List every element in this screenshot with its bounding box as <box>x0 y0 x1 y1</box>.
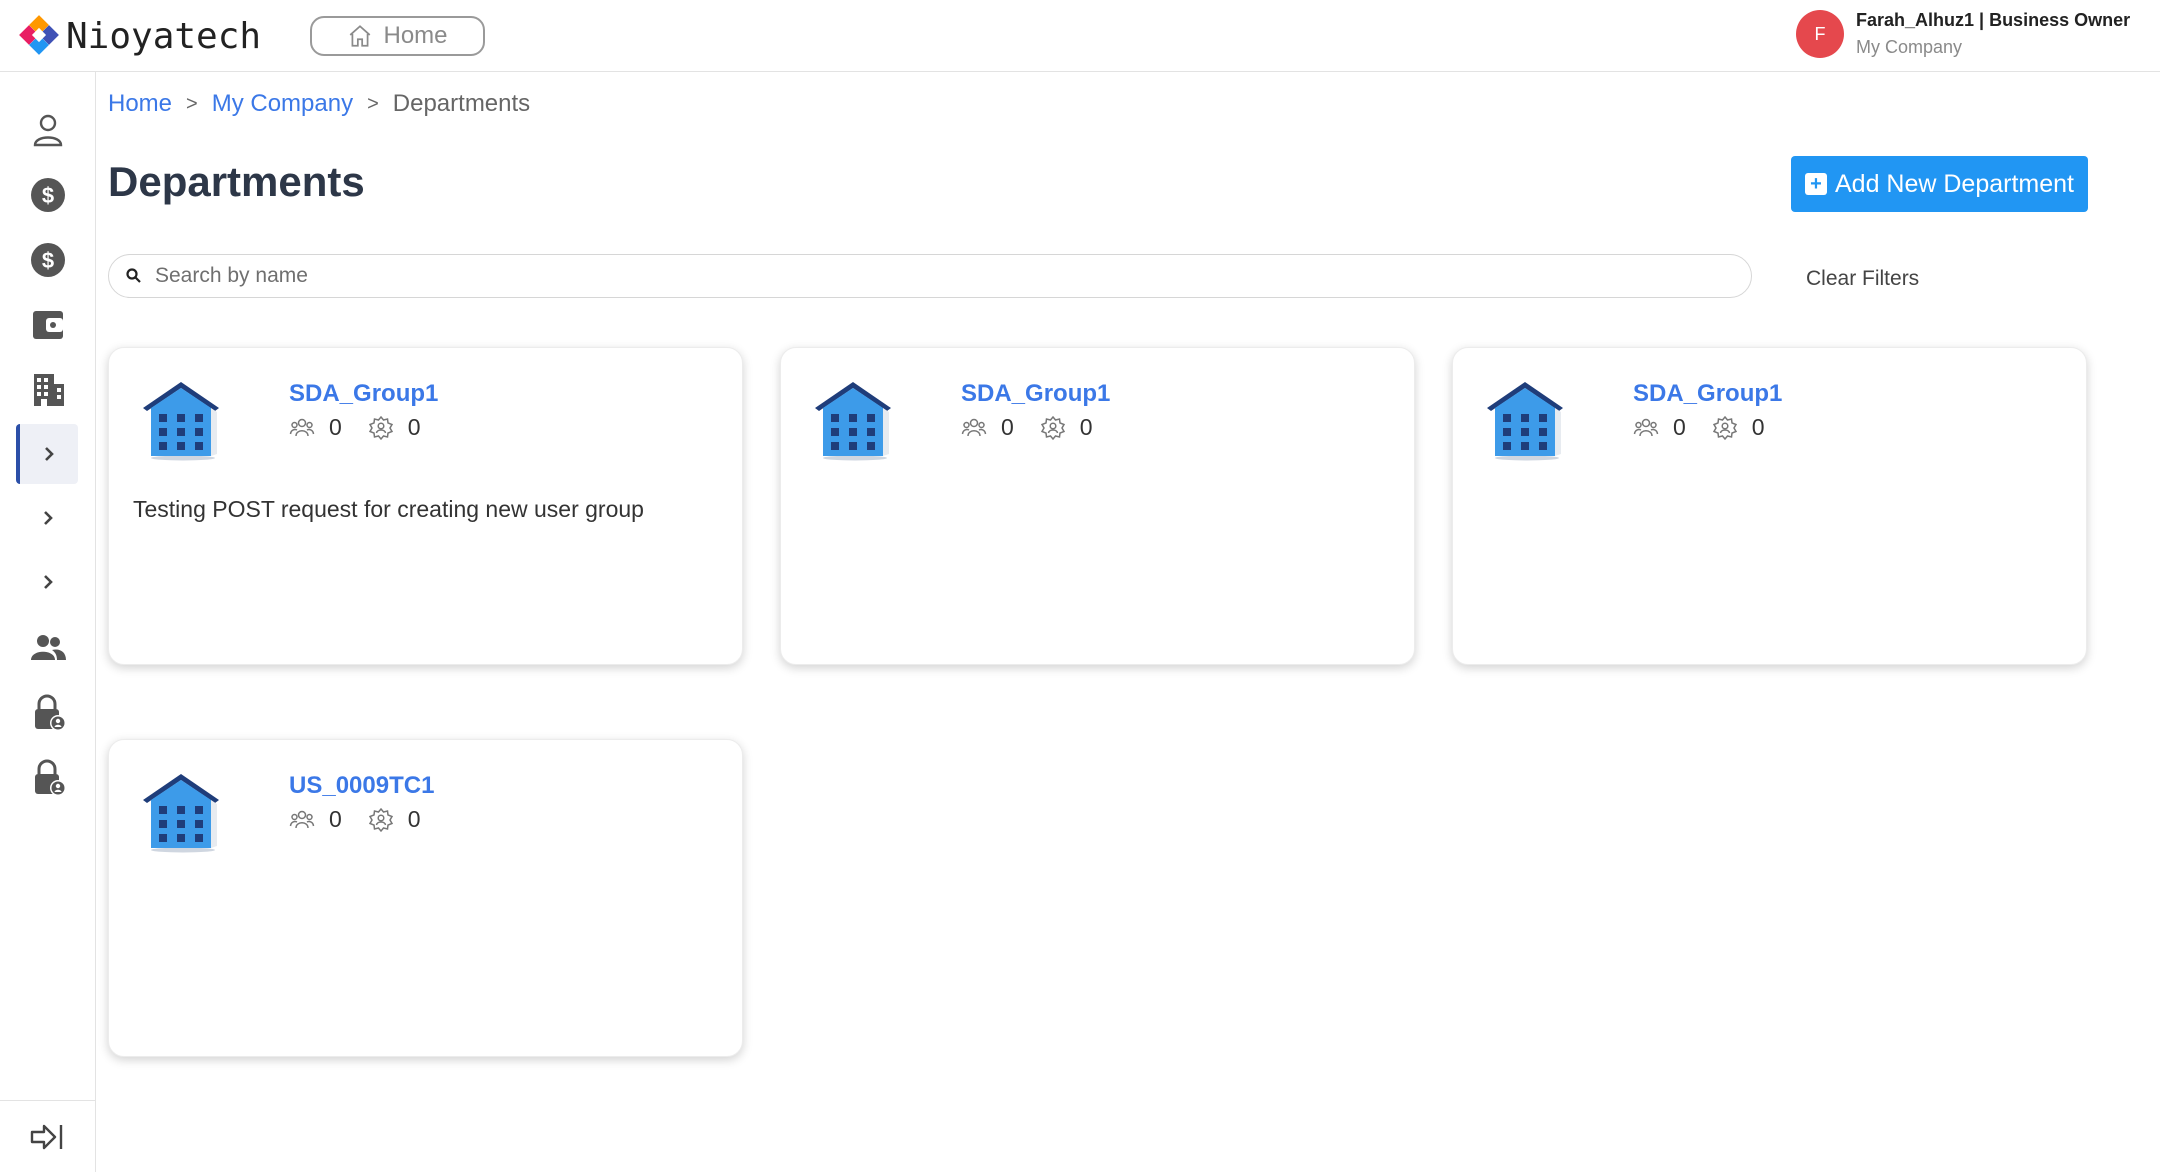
roles-icon <box>1712 415 1737 440</box>
sidebar-item-access-2[interactable] <box>18 748 78 808</box>
dollar-icon: $ <box>31 178 65 212</box>
lock-user-icon <box>35 694 66 731</box>
sidebar-item-profile[interactable] <box>18 100 78 160</box>
roles-count: 0 <box>1751 414 1765 440</box>
breadcrumb-company[interactable]: My Company <box>212 90 353 118</box>
breadcrumb-separator: > <box>367 92 379 115</box>
card-title[interactable]: SDA_Group1 <box>1633 380 1782 408</box>
page-title: Departments <box>108 158 365 205</box>
sidebar-item-expand-2[interactable] <box>18 488 78 548</box>
logo[interactable]: Nioyatech <box>18 14 261 58</box>
breadcrumb: Home > My Company > Departments <box>108 90 530 118</box>
breadcrumb-current: Departments <box>392 90 531 117</box>
members-icon <box>961 418 987 436</box>
chevron-right-icon <box>44 511 53 525</box>
svg-text:$: $ <box>42 183 54 208</box>
card-title[interactable]: SDA_Group1 <box>289 380 438 408</box>
search-icon <box>126 268 141 283</box>
plus-square-icon: + <box>1804 173 1827 195</box>
search-input[interactable] <box>155 264 1715 288</box>
roles-count: 0 <box>407 414 421 440</box>
wallet-icon <box>33 311 63 339</box>
building-icon <box>143 774 219 853</box>
sidebar-item-expand-3[interactable] <box>18 552 78 612</box>
members-count: 0 <box>1001 414 1014 440</box>
chevron-right-icon <box>44 575 53 589</box>
clear-filters-button[interactable]: Clear Filters <box>1806 267 1919 291</box>
user-name-role: Farah_Alhuz1 | Business Owner <box>1856 10 2131 30</box>
department-card[interactable]: SDA_Group1 0 0 <box>780 347 1415 665</box>
logo-text: Nioyatech <box>66 15 262 57</box>
sidebar-item-wallet[interactable] <box>18 295 78 355</box>
roles-icon <box>368 415 393 440</box>
search-bar <box>108 254 1752 298</box>
card-stats: 0 0 <box>289 414 447 441</box>
building-icon <box>815 382 891 461</box>
members-count: 0 <box>1673 414 1686 440</box>
user-icon <box>33 114 63 147</box>
department-card[interactable]: SDA_Group1 0 0 Testing POST request for … <box>108 347 743 665</box>
sidebar-item-payments[interactable]: $ <box>18 230 78 290</box>
sidebar-item-access-1[interactable] <box>18 683 78 743</box>
add-department-button[interactable]: + Add New Department <box>1791 156 2088 212</box>
avatar[interactable]: F <box>1796 10 1844 58</box>
members-icon <box>289 418 315 436</box>
sidebar-item-expand-1[interactable] <box>16 424 78 484</box>
roles-icon <box>368 807 393 832</box>
members-icon <box>289 810 315 828</box>
members-count: 0 <box>329 414 342 440</box>
breadcrumb-home[interactable]: Home <box>108 90 172 118</box>
home-icon <box>350 25 371 47</box>
sidebar-item-company[interactable] <box>18 360 78 420</box>
chevron-right-icon <box>45 447 54 461</box>
svg-text:$: $ <box>42 248 54 273</box>
logo-mark-icon <box>19 15 59 55</box>
card-title[interactable]: SDA_Group1 <box>961 380 1110 408</box>
user-company: My Company <box>1856 37 1963 57</box>
building-icon <box>143 382 219 461</box>
card-stats: 0 0 <box>289 806 447 833</box>
card-stats: 0 0 <box>1633 414 1791 441</box>
card-description: Testing POST request for creating new us… <box>133 496 644 522</box>
add-department-label: Add New Department <box>1834 169 2074 198</box>
sidebar: $ $ <box>0 72 96 1172</box>
department-card[interactable]: US_0009TC1 0 0 <box>108 739 743 1057</box>
user-info: Farah_Alhuz1 | Business Owner My Company <box>1856 10 2130 58</box>
roles-count: 0 <box>407 806 421 832</box>
top-bar: Nioyatech Home F Farah_Alhuz1 | Business… <box>0 0 2160 72</box>
breadcrumb-separator: > <box>186 92 198 115</box>
card-title[interactable]: US_0009TC1 <box>289 772 434 800</box>
members-icon <box>1633 418 1659 436</box>
building-icon <box>34 374 64 406</box>
home-button[interactable]: Home <box>310 16 485 56</box>
department-card[interactable]: SDA_Group1 0 0 <box>1452 347 2087 665</box>
building-icon <box>1487 382 1563 461</box>
user-menu[interactable]: F Farah_Alhuz1 | Business Owner My Compa… <box>1796 10 2130 58</box>
lock-user-icon <box>35 759 66 796</box>
sidebar-collapse-button[interactable] <box>0 1100 96 1172</box>
logout-icon <box>30 1124 63 1149</box>
roles-count: 0 <box>1079 414 1093 440</box>
roles-icon <box>1040 415 1065 440</box>
dollar-icon: $ <box>31 243 65 277</box>
sidebar-item-users[interactable] <box>18 618 78 678</box>
members-count: 0 <box>329 806 342 832</box>
home-button-label: Home <box>383 22 448 49</box>
sidebar-item-billing[interactable]: $ <box>18 165 78 225</box>
users-icon <box>31 635 66 660</box>
card-stats: 0 0 <box>961 414 1119 441</box>
